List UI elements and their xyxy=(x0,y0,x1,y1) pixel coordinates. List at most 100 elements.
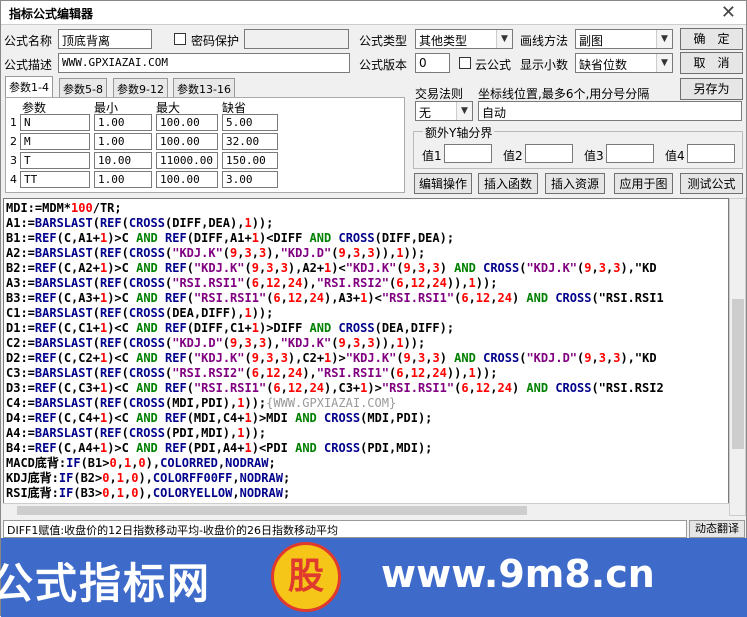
cloud-formula-label: 云公式 xyxy=(475,58,512,72)
save-as-button[interactable]: 另存为 xyxy=(680,78,743,100)
code-line: D3:=REF(C,C3+1)<C AND REF("RSI.RSI1"(6,1… xyxy=(6,381,664,395)
chevron-down-icon: ▼ xyxy=(456,102,472,120)
param-max-cell[interactable]: 100.00 xyxy=(156,171,218,188)
insert-resource-button[interactable]: 插入资源 xyxy=(545,173,605,194)
tab-params-13-16[interactable]: 参数13-16 xyxy=(173,78,235,97)
chevron-down-icon: ▼ xyxy=(656,54,672,72)
code-line: D4:=REF(C,C4+1)<C AND REF(MDI,C4+1)>MDI … xyxy=(6,411,433,425)
code-line: A4:=BARSLAST(REF(CROSS(PDI,MDI),1)); xyxy=(6,426,267,440)
status-bar: DIFF1赋值:收盘价的12日指数移动平均-收盘价的26日指数移动平均 xyxy=(3,520,687,538)
code-line: A3:=BARSLAST(REF(CROSS("RSI.RSI1"(6,12,2… xyxy=(6,276,498,290)
trade-rule-select[interactable]: 无 ▼ xyxy=(415,101,473,121)
trade-rule-label: 交易法则 xyxy=(415,87,464,101)
param-name-cell[interactable]: T xyxy=(20,152,90,169)
y-value4-input[interactable] xyxy=(687,144,735,163)
decimals-label: 显示小数 xyxy=(520,58,569,72)
param-row-number: 4 xyxy=(10,173,17,186)
editor-vertical-scrollbar[interactable] xyxy=(729,198,746,516)
tab-params-9-12[interactable]: 参数9-12 xyxy=(113,78,168,97)
cloud-formula-checkbox[interactable] xyxy=(459,57,471,69)
code-line: B4:=REF(C,A4+1)>C AND REF(PDI,A4+1)<PDI … xyxy=(6,441,433,455)
window-title: 指标公式编辑器 xyxy=(9,7,94,21)
y-value1-input[interactable] xyxy=(444,144,492,163)
y-value2-label: 值2 xyxy=(503,149,523,163)
formula-desc-label: 公式描述 xyxy=(4,58,53,72)
code-line: D1:=REF(C,C1+1)<C AND REF(DIFF,C1+1)>DIF… xyxy=(6,321,455,335)
code-editor[interactable]: MDI:=MDM*100/TR; A1:=BARSLAST(REF(CROSS(… xyxy=(3,198,729,516)
code-line: A1:=BARSLAST(REF(CROSS(DIFF,DEA),1)); xyxy=(6,216,274,230)
formula-name-label: 公式名称 xyxy=(4,34,53,48)
password-label: 密码保护 xyxy=(191,34,240,48)
code-line: C4:=BARSLAST(REF(CROSS(MDI,PDI),1));{WWW… xyxy=(6,396,397,410)
param-min-cell[interactable]: 1.00 xyxy=(94,114,152,131)
formula-editor-window: 指标公式编辑器 ✕ 公式名称 顶底背离 密码保护 公式类型 其他类型 ▼ 画线方… xyxy=(0,0,747,617)
scrollbar-thumb[interactable] xyxy=(732,299,744,449)
code-line: RSI底背:IF(B3>0,1,0),COLORYELLOW,NODRAW; xyxy=(6,486,291,500)
param-default-cell[interactable]: 3.00 xyxy=(222,171,278,188)
code-line: C2:=BARSLAST(REF(CROSS("KDJ.D"(9,3,3),"K… xyxy=(6,336,426,350)
tab-params-5-8[interactable]: 参数5-8 xyxy=(59,78,107,97)
draw-method-value: 副图 xyxy=(579,34,604,48)
code-line: C1:=BARSLAST(REF(CROSS(DEA,DIFF),1)); xyxy=(6,306,274,320)
site-logo: 股 xyxy=(271,542,341,612)
chevron-down-icon: ▼ xyxy=(496,30,512,48)
cancel-button[interactable]: 取 消 xyxy=(680,52,743,74)
decimals-select[interactable]: 缺省位数 ▼ xyxy=(575,53,673,73)
draw-method-label: 画线方法 xyxy=(520,34,569,48)
dynamic-translate-button[interactable]: 动态翻译 xyxy=(689,520,745,538)
y-value2-input[interactable] xyxy=(525,144,573,163)
formula-desc-input[interactable]: WWW.GPXIAZAI.COM xyxy=(58,53,350,73)
ok-button[interactable]: 确 定 xyxy=(680,28,743,50)
code-line: B1:=REF(C,A1+1)>C AND REF(DIFF,A1+1)<DIF… xyxy=(6,231,455,245)
insert-function-button[interactable]: 插入函数 xyxy=(478,173,538,194)
scrollbar-thumb[interactable] xyxy=(17,506,527,515)
param-default-cell[interactable]: 150.00 xyxy=(222,152,278,169)
formula-type-value: 其他类型 xyxy=(419,34,468,48)
banner-url-text: www.9m8.cn xyxy=(381,552,655,596)
code-line: B2:=REF(C,A2+1)>C AND REF("KDJ.K"(9,3,3)… xyxy=(6,261,657,275)
param-min-cell[interactable]: 1.00 xyxy=(94,171,152,188)
watermark-banner: 公式指标网 股 www.9m8.cn xyxy=(0,538,747,617)
y-value3-label: 值3 xyxy=(584,149,604,163)
close-icon[interactable]: ✕ xyxy=(721,2,736,23)
formula-type-select[interactable]: 其他类型 ▼ xyxy=(415,29,513,49)
y-axis-group-title: 额外Y轴分界 xyxy=(423,124,495,141)
password-input[interactable] xyxy=(244,29,349,49)
apply-to-chart-button[interactable]: 应用于图 xyxy=(614,173,673,194)
param-max-cell[interactable]: 11000.00 xyxy=(156,152,218,169)
param-panel: 参数 最小 最大 缺省 1 N 1.00 100.00 5.00 2 M 1.0… xyxy=(5,97,405,193)
param-default-cell[interactable]: 5.00 xyxy=(222,114,278,131)
param-max-cell[interactable]: 100.00 xyxy=(156,133,218,150)
param-name-cell[interactable]: M xyxy=(20,133,90,150)
formula-name-input[interactable]: 顶底背离 xyxy=(58,29,152,49)
param-default-cell[interactable]: 32.00 xyxy=(222,133,278,150)
tab-params-1-4[interactable]: 参数1-4 xyxy=(5,76,53,98)
test-formula-button[interactable]: 测试公式 xyxy=(680,173,743,194)
param-row-number: 3 xyxy=(10,154,17,167)
formula-type-label: 公式类型 xyxy=(359,34,408,48)
password-checkbox[interactable] xyxy=(174,33,186,45)
code-line: A2:=BARSLAST(REF(CROSS("KDJ.K"(9,3,3),"K… xyxy=(6,246,426,260)
code-line: KDJ底背:IF(B2>0,1,0),COLORFF00FF,NODRAW; xyxy=(6,471,291,485)
param-name-cell[interactable]: N xyxy=(20,114,90,131)
param-min-cell[interactable]: 10.00 xyxy=(94,152,152,169)
coord-line-input[interactable]: 自动 xyxy=(478,101,742,121)
param-min-cell[interactable]: 1.00 xyxy=(94,133,152,150)
code-line: D2:=REF(C,C2+1)<C AND REF("KDJ.K"(9,3,3)… xyxy=(6,351,657,365)
formula-version-input[interactable]: 0 xyxy=(415,53,450,73)
code-line: B3:=REF(C,A3+1)>C AND REF("RSI.RSI1"(6,1… xyxy=(6,291,664,305)
param-row-number: 1 xyxy=(10,116,17,129)
param-max-cell[interactable]: 100.00 xyxy=(156,114,218,131)
draw-method-select[interactable]: 副图 ▼ xyxy=(575,29,673,49)
y-value3-input[interactable] xyxy=(606,144,654,163)
formula-version-label: 公式版本 xyxy=(359,58,408,72)
param-name-cell[interactable]: TT xyxy=(20,171,90,188)
param-row-number: 2 xyxy=(10,135,17,148)
trade-rule-value: 无 xyxy=(419,106,432,120)
edit-operation-button[interactable]: 编辑操作 xyxy=(414,173,472,194)
editor-horizontal-scrollbar[interactable] xyxy=(3,503,729,516)
banner-left-text: 公式指标网 xyxy=(0,559,212,608)
code-line: MACD底背:IF(B1>0,1,0),COLORRED,NODRAW; xyxy=(6,456,276,470)
decimals-value: 缺省位数 xyxy=(579,58,628,72)
coord-line-label: 坐标线位置,最多6个,用分号分隔 xyxy=(478,87,650,101)
